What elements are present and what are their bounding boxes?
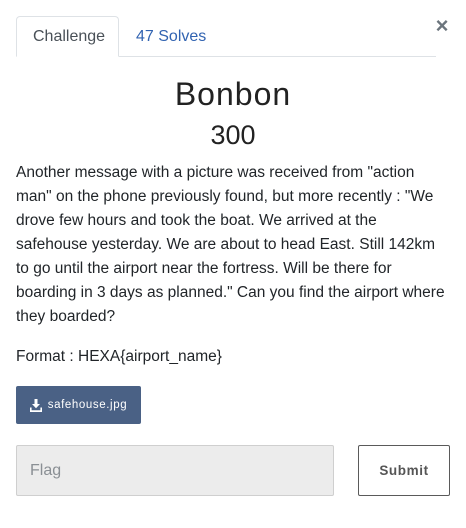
attachment-filename: safehouse.jpg [47, 399, 128, 411]
challenge-title: Bonbon [174, 76, 292, 112]
challenge-points: 300 [210, 120, 256, 150]
tab-challenge[interactable]: Challenge [16, 16, 119, 57]
download-attachment-button[interactable]: safehouse.jpg [16, 386, 141, 424]
download-icon [29, 398, 42, 412]
close-icon[interactable]: × [434, 14, 450, 38]
flag-input[interactable] [16, 445, 334, 496]
challenge-description: Another message with a picture was recei… [16, 164, 445, 325]
flag-format: Format : HEXA{airport_name} [16, 348, 222, 365]
challenge-tabs: Challenge 47 Solves [16, 16, 436, 57]
submit-button[interactable]: Submit [358, 445, 450, 496]
tab-solves[interactable]: 47 Solves [120, 16, 222, 57]
